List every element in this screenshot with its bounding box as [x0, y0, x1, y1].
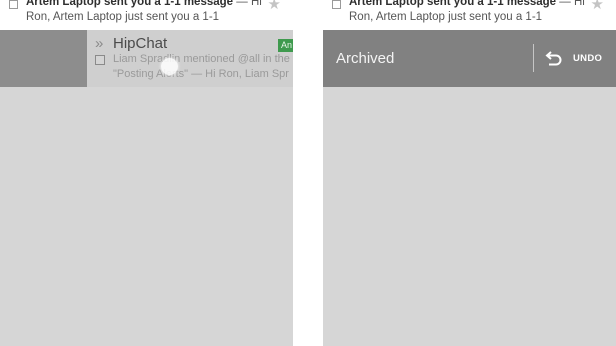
email-row-artem[interactable]: Artem Laptop sent you a 1-1 message — Hi… [323, 0, 616, 30]
right-screenshot-panel: Artem Laptop sent you a 1-1 message — Hi… [323, 0, 616, 346]
touch-indicator [161, 58, 178, 75]
archived-toast: Archived UNDO [323, 30, 616, 87]
archived-message: Archived [336, 50, 395, 67]
label-chip: An [278, 39, 293, 52]
undo-label: UNDO [573, 52, 603, 64]
email-checkbox[interactable] [95, 55, 105, 65]
email-sender-subject: Artem Laptop sent you a 1-1 message [349, 0, 557, 8]
email-subject-line: Artem Laptop sent you a 1-1 message — Hi [26, 0, 262, 8]
email-snippet: "Posting Alerts" — Hi Ron, Liam Spr [113, 68, 289, 80]
toast-divider [533, 44, 534, 72]
email-subject-line: Artem Laptop sent you a 1-1 message — Hi [349, 0, 585, 8]
star-icon[interactable]: ★ [591, 0, 604, 13]
email-checkbox[interactable] [332, 0, 341, 9]
email-row-artem[interactable]: Artem Laptop sent you a 1-1 message — Hi… [0, 0, 293, 30]
email-checkbox[interactable] [9, 0, 18, 9]
email-row-hipchat-swiping[interactable]: » HipChat An Liam Spradlin mentioned @al… [87, 30, 293, 87]
email-snippet-tail: — Hi [556, 0, 585, 8]
email-snippet: Liam Spradlin mentioned @all in the [113, 53, 290, 65]
undo-button[interactable]: UNDO [545, 44, 613, 72]
email-snippet-tail: — Hi [233, 0, 262, 8]
email-snippet: Ron, Artem Laptop just sent you a 1-1 [349, 11, 543, 23]
email-sender-subject: Artem Laptop sent you a 1-1 message [26, 0, 234, 8]
left-screenshot-panel: Artem Laptop sent you a 1-1 message — Hi… [0, 0, 293, 346]
email-sender: HipChat [113, 35, 168, 52]
star-icon[interactable]: ★ [268, 0, 281, 13]
panel-separator [293, 0, 323, 346]
importance-chevron-icon: » [95, 35, 104, 52]
email-snippet: Ron, Artem Laptop just sent you a 1-1 [26, 11, 220, 23]
undo-arrow-icon [545, 50, 563, 66]
